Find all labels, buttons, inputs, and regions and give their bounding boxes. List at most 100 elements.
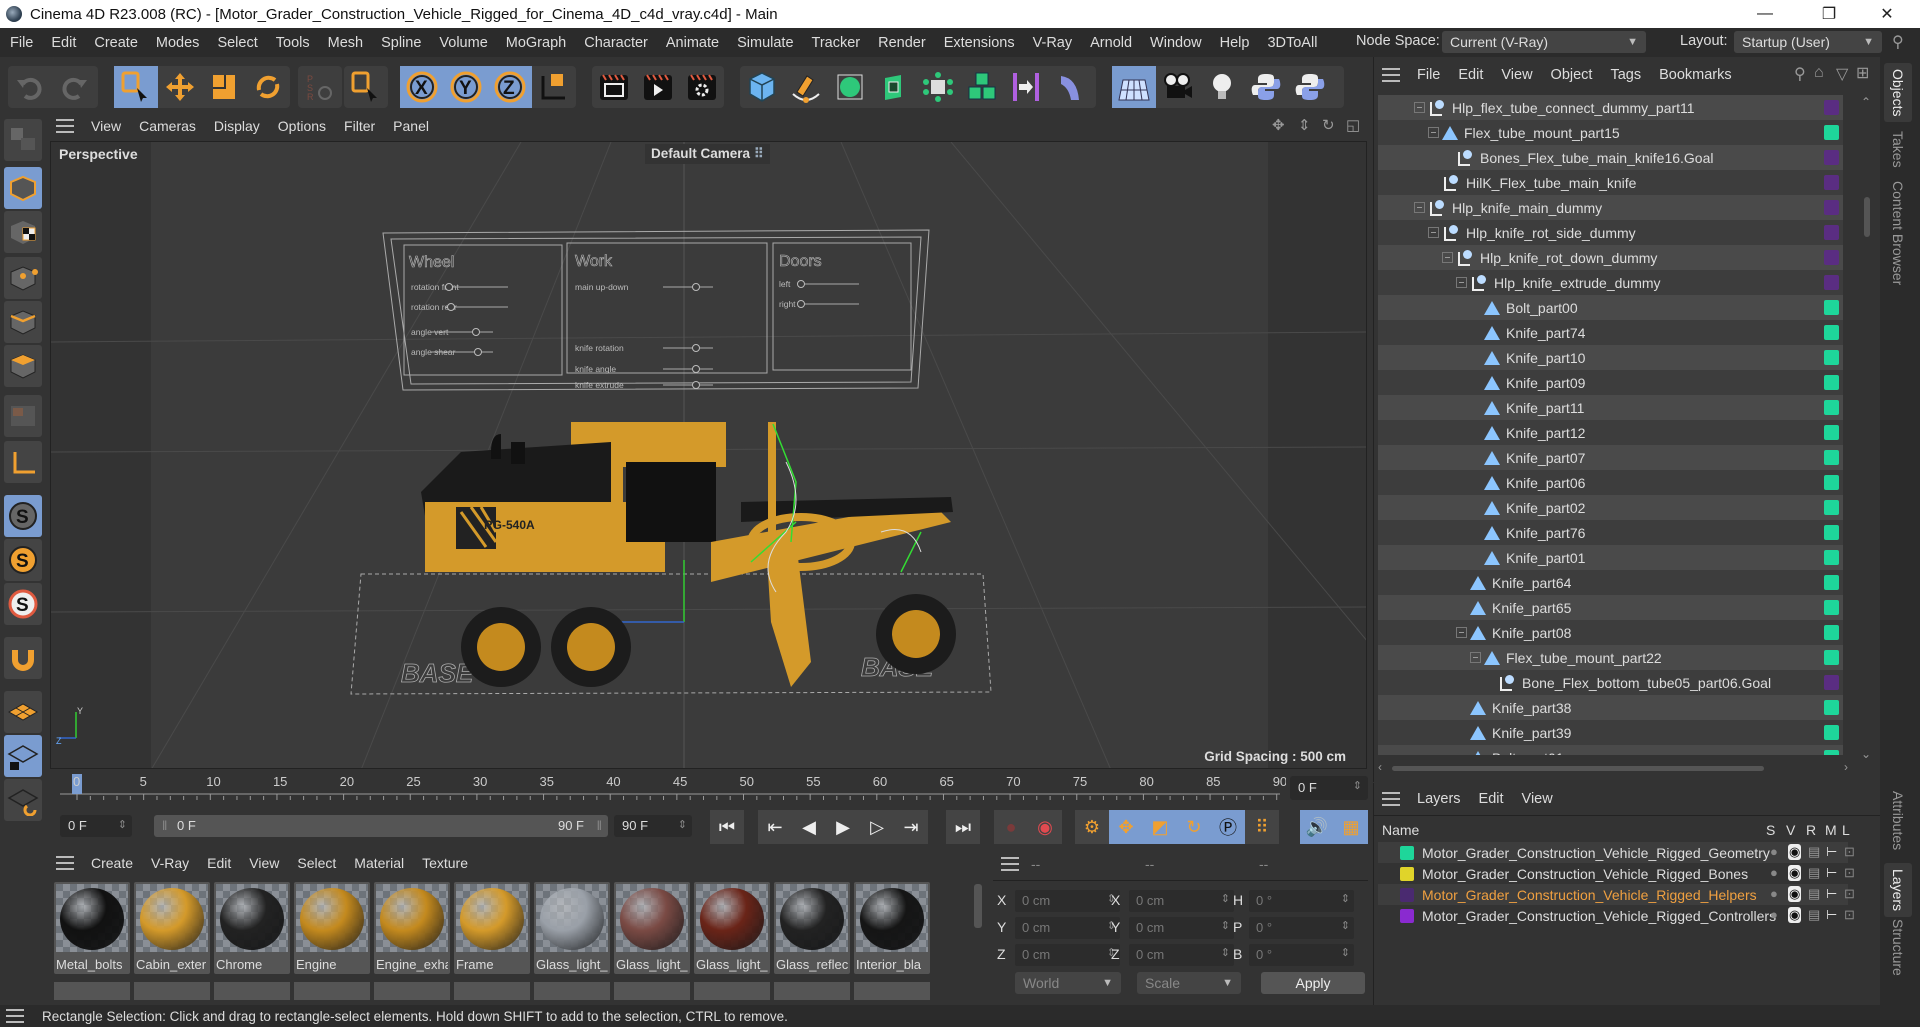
menu-tools[interactable]: Tools	[267, 35, 319, 51]
layer-color-swatch[interactable]	[1824, 125, 1839, 140]
next-key-button[interactable]: ⇥	[894, 810, 928, 844]
layer-color-swatch[interactable]	[1824, 675, 1839, 690]
object-name[interactable]: Flex_tube_mount_part15	[1464, 125, 1620, 141]
viewport-rotate-icon[interactable]: ↻	[1322, 116, 1335, 134]
object-row[interactable]: Hlp_knife_rot_side_dummy	[1378, 220, 1843, 245]
render-icon[interactable]: ▤	[1808, 886, 1820, 902]
pen-button[interactable]	[784, 66, 828, 108]
material-menu-material[interactable]: Material	[345, 855, 413, 871]
collapse-toggle-icon[interactable]	[1442, 252, 1453, 263]
collapse-toggle-icon[interactable]	[1414, 102, 1425, 113]
object-row[interactable]: Bone_Flex_bottom_tube05_part06.Goal	[1378, 670, 1843, 695]
points-mode-button[interactable]	[4, 257, 42, 299]
object-name[interactable]: Bone_Flex_bottom_tube05_part06.Goal	[1522, 675, 1771, 691]
texture-mode-button[interactable]	[4, 211, 42, 253]
spinner-icon[interactable]: ⇕	[1221, 919, 1230, 932]
menu-select[interactable]: Select	[208, 35, 266, 51]
collapse-toggle-icon[interactable]	[1456, 627, 1467, 638]
y-axis-button[interactable]: Y	[444, 66, 488, 108]
scroll-right-icon[interactable]: ›	[1844, 760, 1848, 774]
polygons-mode-button[interactable]	[4, 345, 42, 387]
x-axis-button[interactable]: X	[400, 66, 444, 108]
render-button[interactable]	[636, 66, 680, 108]
solo-icon[interactable]: ●	[1770, 865, 1778, 880]
layer-color-swatch[interactable]	[1824, 325, 1839, 340]
menu-file[interactable]: File	[1, 35, 42, 51]
object-name[interactable]: Bolt_part01	[1492, 750, 1564, 756]
material-swatch[interactable]: Metal_bolts	[54, 882, 130, 974]
array-button[interactable]	[960, 66, 1004, 108]
layer-color-swatch[interactable]	[1400, 866, 1414, 881]
material-menu-texture[interactable]: Texture	[413, 855, 477, 871]
layout-select[interactable]: Startup (User) ▼	[1734, 31, 1882, 53]
object-row[interactable]: Knife_part12	[1378, 420, 1843, 445]
locked-workplane-button[interactable]	[4, 735, 42, 777]
viewport-menu-display[interactable]: Display	[205, 118, 269, 134]
layer-color-swatch[interactable]	[1824, 300, 1839, 315]
layer-color-swatch[interactable]	[1824, 725, 1839, 740]
layer-color-swatch[interactable]	[1400, 908, 1414, 923]
spinner-icon[interactable]: ⇕	[678, 818, 687, 831]
material-scrollbar[interactable]	[974, 884, 982, 928]
snap-button[interactable]	[4, 637, 42, 679]
viewport-hamburger-icon[interactable]	[56, 119, 74, 133]
viewport-label[interactable]: Perspective	[51, 142, 146, 166]
object-name[interactable]: Knife_part38	[1492, 700, 1571, 716]
camera-label[interactable]: Default Camera ⠿	[645, 144, 770, 164]
material-swatch-row2[interactable]	[134, 982, 210, 1000]
lock-icon[interactable]: ⊡	[1844, 844, 1855, 860]
control-slider-knob[interactable]	[692, 381, 700, 389]
spinner-icon[interactable]: ⇕	[118, 818, 127, 831]
tab-layers[interactable]: Layers	[1884, 863, 1912, 918]
object-name[interactable]: Knife_part74	[1506, 325, 1585, 341]
layer-color-swatch[interactable]	[1824, 400, 1839, 415]
object-name[interactable]: Bones_Flex_tube_main_knife16.Goal	[1480, 150, 1714, 166]
previous-frame-button[interactable]: ◀	[792, 810, 826, 844]
column-manager[interactable]: M	[1825, 822, 1837, 838]
python-button[interactable]	[1244, 66, 1288, 108]
sound-button[interactable]: 🔊	[1300, 810, 1334, 844]
keyframe-selection-button[interactable]: ⚙	[1075, 810, 1109, 844]
spinner-icon[interactable]: ⇕	[1341, 919, 1350, 932]
object-row[interactable]: Knife_part08	[1378, 620, 1843, 645]
object-row[interactable]: Hlp_knife_main_dummy	[1378, 195, 1843, 220]
object-row[interactable]: HilK_Flex_tube_main_knife	[1378, 170, 1843, 195]
range-handle-left-icon[interactable]: ‖	[162, 818, 167, 833]
3d-viewport[interactable]: Wheel Work Doors rotation front rotation …	[50, 141, 1367, 769]
object-name[interactable]: Hlp_knife_rot_down_dummy	[1480, 250, 1657, 266]
layer-name[interactable]: Motor_Grader_Construction_Vehicle_Rigged…	[1422, 845, 1770, 861]
render-icon[interactable]: ▤	[1808, 907, 1820, 923]
layer-row[interactable]: Motor_Grader_Construction_Vehicle_Rigged…	[1378, 842, 1855, 863]
material-swatch-row2[interactable]	[774, 982, 850, 1000]
spinner-icon[interactable]: ⇕	[1341, 892, 1350, 905]
material-hamburger-icon[interactable]	[56, 856, 74, 870]
menu-modes[interactable]: Modes	[147, 35, 209, 51]
coord-field[interactable]: 0 ° ⇕	[1249, 944, 1354, 966]
material-swatch[interactable]: Engine	[294, 882, 370, 974]
layer-color-swatch[interactable]	[1400, 845, 1414, 860]
object-menu-tags[interactable]: Tags	[1601, 67, 1650, 83]
layer-color-swatch[interactable]	[1824, 150, 1839, 165]
menu-3dtoall[interactable]: 3DToAll	[1258, 35, 1326, 51]
layer-name[interactable]: Motor_Grader_Construction_Vehicle_Rigged…	[1422, 887, 1757, 903]
manager-tree-icon[interactable]: ⊢	[1826, 844, 1837, 860]
workplane-align-button[interactable]	[4, 779, 42, 821]
column-solo[interactable]: S	[1766, 822, 1775, 838]
coordinate-system-button[interactable]	[532, 66, 576, 108]
key-position-button[interactable]: ✥	[1109, 810, 1143, 844]
solo-hierarchy-button[interactable]: S	[4, 583, 42, 625]
collapse-toggle-icon[interactable]	[1456, 277, 1467, 288]
layer-color-swatch[interactable]	[1824, 200, 1839, 215]
layer-color-swatch[interactable]	[1824, 375, 1839, 390]
scroll-left-icon[interactable]: ‹	[1378, 760, 1382, 774]
object-row[interactable]: Knife_part02	[1378, 495, 1843, 520]
redo-button[interactable]	[52, 66, 96, 108]
material-menu-select[interactable]: Select	[288, 855, 345, 871]
viewport-menu-cameras[interactable]: Cameras	[130, 118, 205, 134]
material-swatch[interactable]: Glass_light_	[614, 882, 690, 974]
key-scale-button[interactable]: ◩	[1143, 810, 1177, 844]
layer-color-swatch[interactable]	[1824, 600, 1839, 615]
edges-mode-button[interactable]	[4, 301, 42, 343]
object-name[interactable]: Hlp_flex_tube_connect_dummy_part11	[1452, 100, 1695, 116]
manager-tree-icon[interactable]: ⊢	[1826, 907, 1837, 923]
